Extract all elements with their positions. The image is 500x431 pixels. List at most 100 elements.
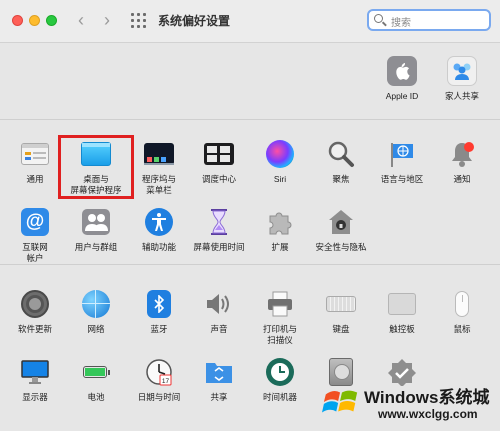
keyboard-item-label: 键盘: [332, 324, 350, 334]
keyboard-item[interactable]: 键盘: [310, 289, 372, 335]
general-icon: [20, 139, 50, 169]
users-icon: [81, 207, 111, 237]
battery-item[interactable]: 电池: [65, 357, 127, 403]
printers-scanners-item-label: 打印机与 扫描仪: [262, 324, 297, 345]
family-sharing-item[interactable]: 家人共享: [431, 56, 493, 102]
spotlight-item[interactable]: 聚焦: [310, 139, 372, 185]
highlight-box: [58, 135, 134, 199]
general-item[interactable]: 通用: [4, 139, 66, 185]
network-item-label: 网络: [87, 324, 105, 334]
zoom-button[interactable]: [46, 15, 57, 26]
dock-menubar-item-label: 程序坞与 菜单栏: [141, 174, 176, 195]
family-sharing-item-label: 家人共享: [444, 91, 479, 101]
security-privacy-item-label: 安全性与隐私: [315, 242, 367, 252]
mission-control-icon: [204, 139, 234, 169]
users-groups-item[interactable]: 用户与群组: [65, 207, 127, 253]
hourglass-icon: [204, 207, 234, 237]
search-placeholder: 搜索: [391, 18, 411, 29]
title-bar: ‹ › 系统偏好设置 搜索: [0, 0, 500, 43]
siri-icon: [265, 139, 295, 169]
spotlight-item-label: 聚焦: [332, 174, 350, 184]
dock-menubar-item[interactable]: 程序坞与 菜单栏: [128, 139, 190, 196]
watermark-brand: Windows系统城: [364, 388, 490, 407]
siri-item-label: Siri: [273, 174, 287, 184]
internet-accounts-item-label: 互联网 帐户: [22, 242, 48, 263]
printers-scanners-item[interactable]: 打印机与 扫描仪: [249, 289, 311, 346]
bluetooth-item[interactable]: 蓝牙: [128, 289, 190, 335]
notifications-item-label: 通知: [453, 174, 471, 184]
screen-time-item[interactable]: 屏幕使用时间: [188, 207, 250, 253]
time-machine-item-label: 时间机器: [262, 392, 297, 402]
software-update-item[interactable]: 软件更新: [4, 289, 66, 335]
screen-time-item-label: 屏幕使用时间: [193, 242, 245, 252]
dock-icon: [144, 139, 174, 169]
language-region-item-label: 语言与地区: [380, 174, 424, 184]
windows-logo-icon: [322, 390, 358, 413]
time-machine-icon: [265, 357, 295, 387]
family-icon: [447, 56, 477, 86]
extensions-item-label: 扩展: [271, 242, 289, 252]
keyboard-icon: [326, 289, 356, 319]
window-title: 系统偏好设置: [158, 14, 231, 28]
internet-accounts-item[interactable]: @ 互联网 帐户: [4, 207, 66, 264]
search-input[interactable]: 搜索: [367, 9, 491, 31]
trackpad-item[interactable]: 触控板: [371, 289, 433, 335]
general-item-label: 通用: [26, 174, 44, 184]
sound-item-label: 声音: [210, 324, 228, 334]
network-item[interactable]: 网络: [65, 289, 127, 335]
bluetooth-icon: [144, 289, 174, 319]
gear-icon: [20, 289, 50, 319]
watermark-url: www.wxclgg.com: [378, 407, 478, 421]
back-icon[interactable]: ‹: [73, 10, 89, 30]
accessibility-item[interactable]: 辅助功能: [128, 207, 190, 253]
trackpad-icon: [387, 289, 417, 319]
trackpad-item-label: 触控板: [389, 324, 415, 334]
search-icon: [374, 14, 383, 23]
extensions-item[interactable]: 扩展: [249, 207, 311, 253]
at-icon: @: [20, 207, 50, 237]
bluetooth-item-label: 蓝牙: [150, 324, 168, 334]
apple-icon: [387, 56, 417, 86]
battery-item-label: 电池: [87, 392, 105, 402]
section-divider: [0, 119, 500, 120]
language-region-item[interactable]: 语言与地区: [371, 139, 433, 185]
apple-id-item[interactable]: Apple ID: [371, 56, 433, 102]
mission-control-item[interactable]: 调度中心: [188, 139, 250, 185]
mouse-item[interactable]: 鼠标: [431, 289, 493, 335]
show-all-grid-icon[interactable]: [131, 13, 147, 29]
sharing-item[interactable]: 共享: [188, 357, 250, 403]
software-update-item-label: 软件更新: [17, 324, 52, 334]
folder-share-icon: [204, 357, 234, 387]
battery-icon: [81, 357, 111, 387]
bell-icon: [447, 139, 477, 169]
time-machine-item[interactable]: 时间机器: [249, 357, 311, 403]
house-lock-icon: [326, 207, 356, 237]
calendar-day: 17: [162, 378, 170, 385]
clock-icon: 17: [144, 357, 174, 387]
watermark: Windows系统城 www.wxclgg.com: [320, 377, 498, 429]
close-button[interactable]: [12, 15, 23, 26]
users-groups-item-label: 用户与群组: [74, 242, 118, 252]
date-time-item[interactable]: 17 日期与时间: [128, 357, 190, 403]
section-divider: [0, 264, 500, 265]
notifications-item[interactable]: 通知: [431, 139, 493, 185]
date-time-item-label: 日期与时间: [137, 392, 181, 402]
siri-item[interactable]: Siri: [249, 139, 311, 185]
displays-item[interactable]: 显示器: [4, 357, 66, 403]
forward-icon[interactable]: ›: [99, 10, 115, 30]
security-privacy-item[interactable]: 安全性与隐私: [310, 207, 372, 253]
mouse-item-label: 鼠标: [453, 324, 471, 334]
flag-icon: [387, 139, 417, 169]
puzzle-icon: [265, 207, 295, 237]
globe-icon: [81, 289, 111, 319]
printer-icon: [265, 289, 295, 319]
sharing-item-label: 共享: [210, 392, 228, 402]
displays-item-label: 显示器: [22, 392, 48, 402]
speaker-icon: [204, 289, 234, 319]
sound-item[interactable]: 声音: [188, 289, 250, 335]
minimize-button[interactable]: [29, 15, 40, 26]
display-icon: [20, 357, 50, 387]
apple-id-item-label: Apple ID: [385, 91, 419, 101]
mission-control-item-label: 调度中心: [201, 174, 236, 184]
accessibility-icon: [144, 207, 174, 237]
